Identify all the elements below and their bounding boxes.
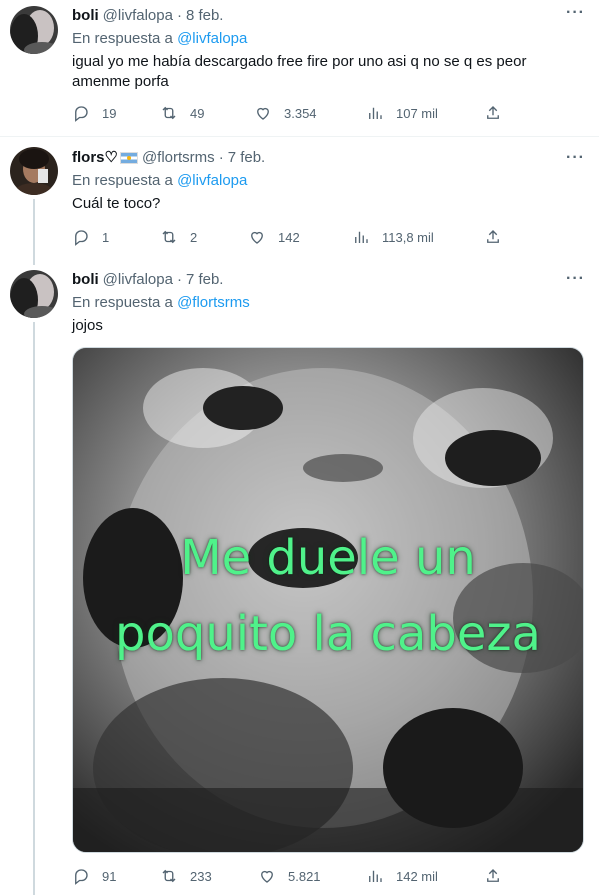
- reply-icon: [75, 230, 88, 246]
- retweet-icon: [162, 106, 176, 120]
- reply-button[interactable]: 91: [72, 866, 116, 886]
- tweet-media-image[interactable]: Me duele un poquito la cabeza: [72, 347, 584, 853]
- display-name[interactable]: boli: [72, 270, 99, 290]
- tweet-1[interactable]: boli @livfalopa · 8 feb. En respuesta a …: [0, 0, 599, 135]
- dot-separator: ·: [176, 7, 182, 24]
- meme-caption-line1: Me duele un: [180, 530, 476, 586]
- reply-count: 91: [102, 868, 117, 884]
- share-button[interactable]: [484, 227, 502, 247]
- retweet-icon: [162, 869, 176, 883]
- reply-icon: [75, 869, 88, 885]
- like-count: 5.821: [288, 868, 321, 884]
- avatar[interactable]: [10, 270, 58, 318]
- retweet-count: 49: [190, 105, 205, 121]
- more-options-icon[interactable]: ···: [566, 149, 585, 167]
- retweet-button[interactable]: 49: [160, 103, 204, 123]
- share-button[interactable]: [484, 103, 502, 123]
- share-icon: [487, 230, 499, 243]
- share-icon: [487, 869, 499, 882]
- views-icon: [369, 107, 382, 119]
- like-button[interactable]: 5.821: [258, 866, 321, 886]
- dot-separator: ·: [176, 271, 182, 288]
- argentina-flag-icon: [119, 152, 138, 164]
- mention-link[interactable]: @flortsrms: [177, 294, 250, 311]
- tweet-text: Cuál te toco?: [72, 195, 161, 212]
- retweet-button[interactable]: 2: [160, 227, 197, 247]
- reply-button[interactable]: 1: [72, 227, 109, 247]
- retweet-count: 2: [190, 229, 198, 245]
- views-button[interactable]: 113,8 mil: [352, 227, 434, 247]
- mention-link[interactable]: @livfalopa: [177, 30, 247, 47]
- heart-icon: [251, 231, 263, 244]
- dot-separator: ·: [218, 149, 224, 166]
- tweet-2[interactable]: flors♡ @flortsrms · 7 feb. En respuesta …: [0, 137, 599, 265]
- reply-prefix: En respuesta a: [72, 30, 173, 47]
- mention-link[interactable]: @livfalopa: [177, 172, 247, 189]
- user-handle[interactable]: @flortsrms: [142, 148, 215, 168]
- avatar[interactable]: [10, 6, 58, 54]
- retweet-count: 233: [190, 868, 212, 884]
- tweet-date[interactable]: 8 feb.: [186, 6, 224, 26]
- reply-count: 19: [102, 105, 117, 121]
- reply-icon: [75, 106, 88, 122]
- reply-prefix: En respuesta a: [72, 172, 173, 189]
- share-button[interactable]: [484, 866, 502, 886]
- meme-image: [73, 348, 583, 852]
- like-count: 142: [278, 229, 300, 245]
- retweet-button[interactable]: 233: [160, 866, 212, 886]
- views-count: 107 mil: [396, 105, 438, 121]
- display-name[interactable]: boli: [72, 6, 99, 26]
- user-handle[interactable]: @livfalopa: [103, 270, 173, 290]
- tweet-date[interactable]: 7 feb.: [228, 148, 266, 168]
- tweet-date[interactable]: 7 feb.: [186, 270, 224, 290]
- thread-line: [33, 199, 35, 265]
- heart-icon: [261, 870, 273, 883]
- reply-context: En respuesta a @flortsrms: [72, 293, 587, 313]
- views-count: 142 mil: [396, 868, 438, 884]
- like-button[interactable]: 142: [248, 227, 300, 247]
- reply-button[interactable]: 19: [72, 103, 116, 123]
- reply-context: En respuesta a @livfalopa: [72, 29, 587, 49]
- user-handle[interactable]: @livfalopa: [103, 6, 173, 26]
- views-count: 113,8 mil: [382, 229, 434, 245]
- more-options-icon[interactable]: ···: [566, 4, 585, 22]
- reply-prefix: En respuesta a: [72, 294, 173, 311]
- reply-context: En respuesta a @livfalopa: [72, 171, 587, 191]
- avatar[interactable]: [10, 147, 58, 195]
- views-icon: [355, 231, 368, 243]
- retweet-icon: [162, 230, 176, 244]
- reply-count: 1: [102, 229, 110, 245]
- views-button[interactable]: 142 mil: [366, 866, 438, 886]
- meme-caption-line2: poquito la cabeza: [115, 606, 541, 662]
- action-bar: 91 233 5.821 142 mil: [72, 866, 587, 886]
- heart-icon: [257, 107, 269, 120]
- tweet-text: jojos: [72, 317, 103, 334]
- action-bar: 1 2 142 113,8 mil: [72, 227, 587, 247]
- like-count: 3.354: [284, 105, 317, 121]
- action-bar: 19 49 3.354 107 mil: [72, 103, 587, 123]
- like-button[interactable]: 3.354: [254, 103, 317, 123]
- thread-line: [33, 322, 35, 895]
- more-options-icon[interactable]: ···: [566, 270, 585, 288]
- display-name[interactable]: flors♡: [72, 148, 118, 168]
- share-icon: [487, 106, 499, 119]
- views-icon: [369, 870, 382, 882]
- views-button[interactable]: 107 mil: [366, 103, 438, 123]
- tweet-text: igual yo me había descargado free fire p…: [72, 53, 527, 90]
